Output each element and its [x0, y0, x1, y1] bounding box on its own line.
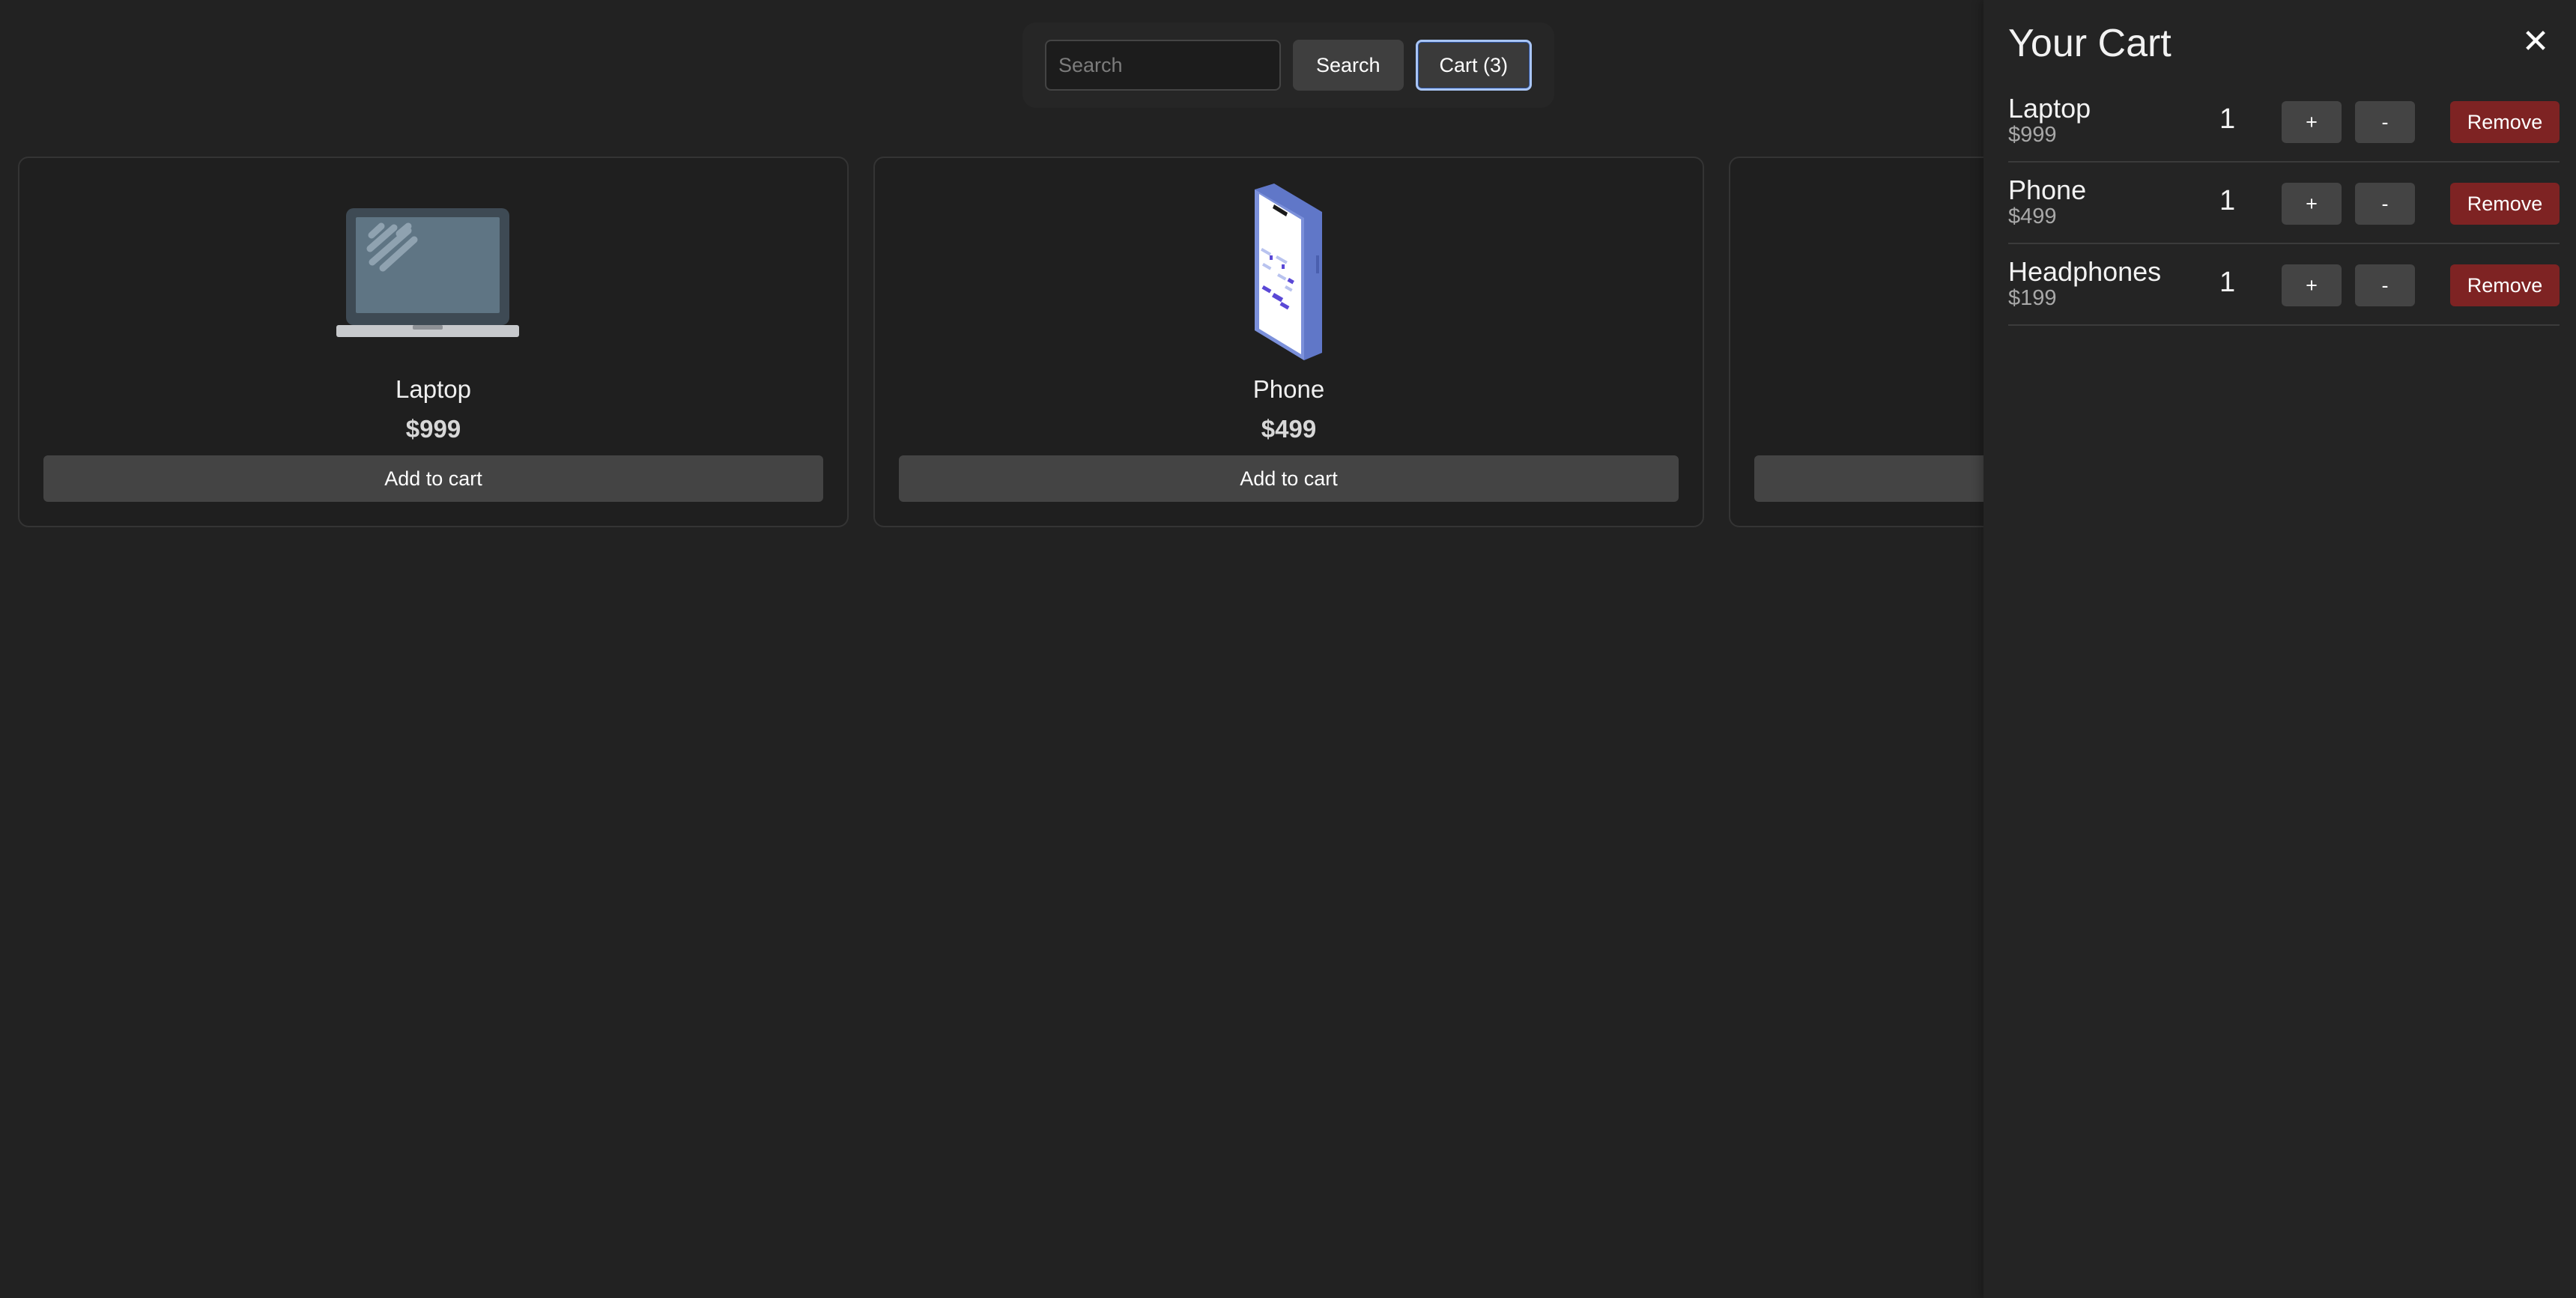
cart-item-name: Laptop [2008, 93, 2091, 124]
cart-list: Laptop $999 1 + - Remove Phone $499 1 + … [2008, 81, 2560, 326]
product-card-laptop: Laptop $999 Add to cart [18, 157, 849, 527]
cart-item-quantity: 1 [2219, 185, 2236, 216]
cart-item-price: $199 [2008, 286, 2057, 310]
search-button[interactable]: Search [1293, 40, 1404, 91]
add-to-cart-button[interactable]: Add to cart [899, 455, 1679, 502]
cart-button[interactable]: Cart (3) [1415, 40, 1532, 91]
laptop-icon [336, 181, 531, 368]
decrease-quantity-button[interactable]: - [2355, 264, 2415, 306]
decrease-quantity-button[interactable]: - [2355, 183, 2415, 225]
phone-icon [1192, 181, 1387, 368]
cart-title: Your Cart [2008, 22, 2172, 65]
cart-item-quantity: 1 [2219, 267, 2236, 298]
cart-item-price: $499 [2008, 204, 2057, 228]
cart-drawer: Your Cart ✕ Laptop $999 1 + - Remove Pho… [1983, 0, 2576, 1298]
increase-quantity-button[interactable]: + [2282, 183, 2342, 225]
product-name: Phone [1252, 375, 1325, 403]
remove-button[interactable]: Remove [2450, 101, 2560, 143]
cart-item: Headphones $199 1 + - Remove [2008, 244, 2560, 326]
product-card-phone: Phone $499 Add to cart [873, 157, 1704, 527]
cart-item-name: Phone [2008, 175, 2087, 205]
product-price: $999 [405, 415, 461, 443]
search-input[interactable] [1045, 40, 1281, 91]
remove-button[interactable]: Remove [2450, 264, 2560, 306]
cart-item-price: $999 [2008, 123, 2057, 147]
cart-item-name: Headphones [2008, 256, 2162, 287]
close-icon[interactable]: ✕ [2521, 25, 2551, 58]
cart-item-quantity: 1 [2219, 103, 2236, 135]
product-price: $499 [1261, 415, 1317, 443]
increase-quantity-button[interactable]: + [2282, 101, 2342, 143]
remove-button[interactable]: Remove [2450, 183, 2560, 225]
cart-item: Laptop $999 1 + - Remove [2008, 81, 2560, 163]
decrease-quantity-button[interactable]: - [2355, 101, 2415, 143]
add-to-cart-button[interactable]: Add to cart [43, 455, 823, 502]
search-bar: Search Cart (3) [1022, 22, 1554, 108]
cart-item: Phone $499 1 + - Remove [2008, 163, 2560, 244]
product-name: Laptop [396, 375, 471, 403]
increase-quantity-button[interactable]: + [2282, 264, 2342, 306]
